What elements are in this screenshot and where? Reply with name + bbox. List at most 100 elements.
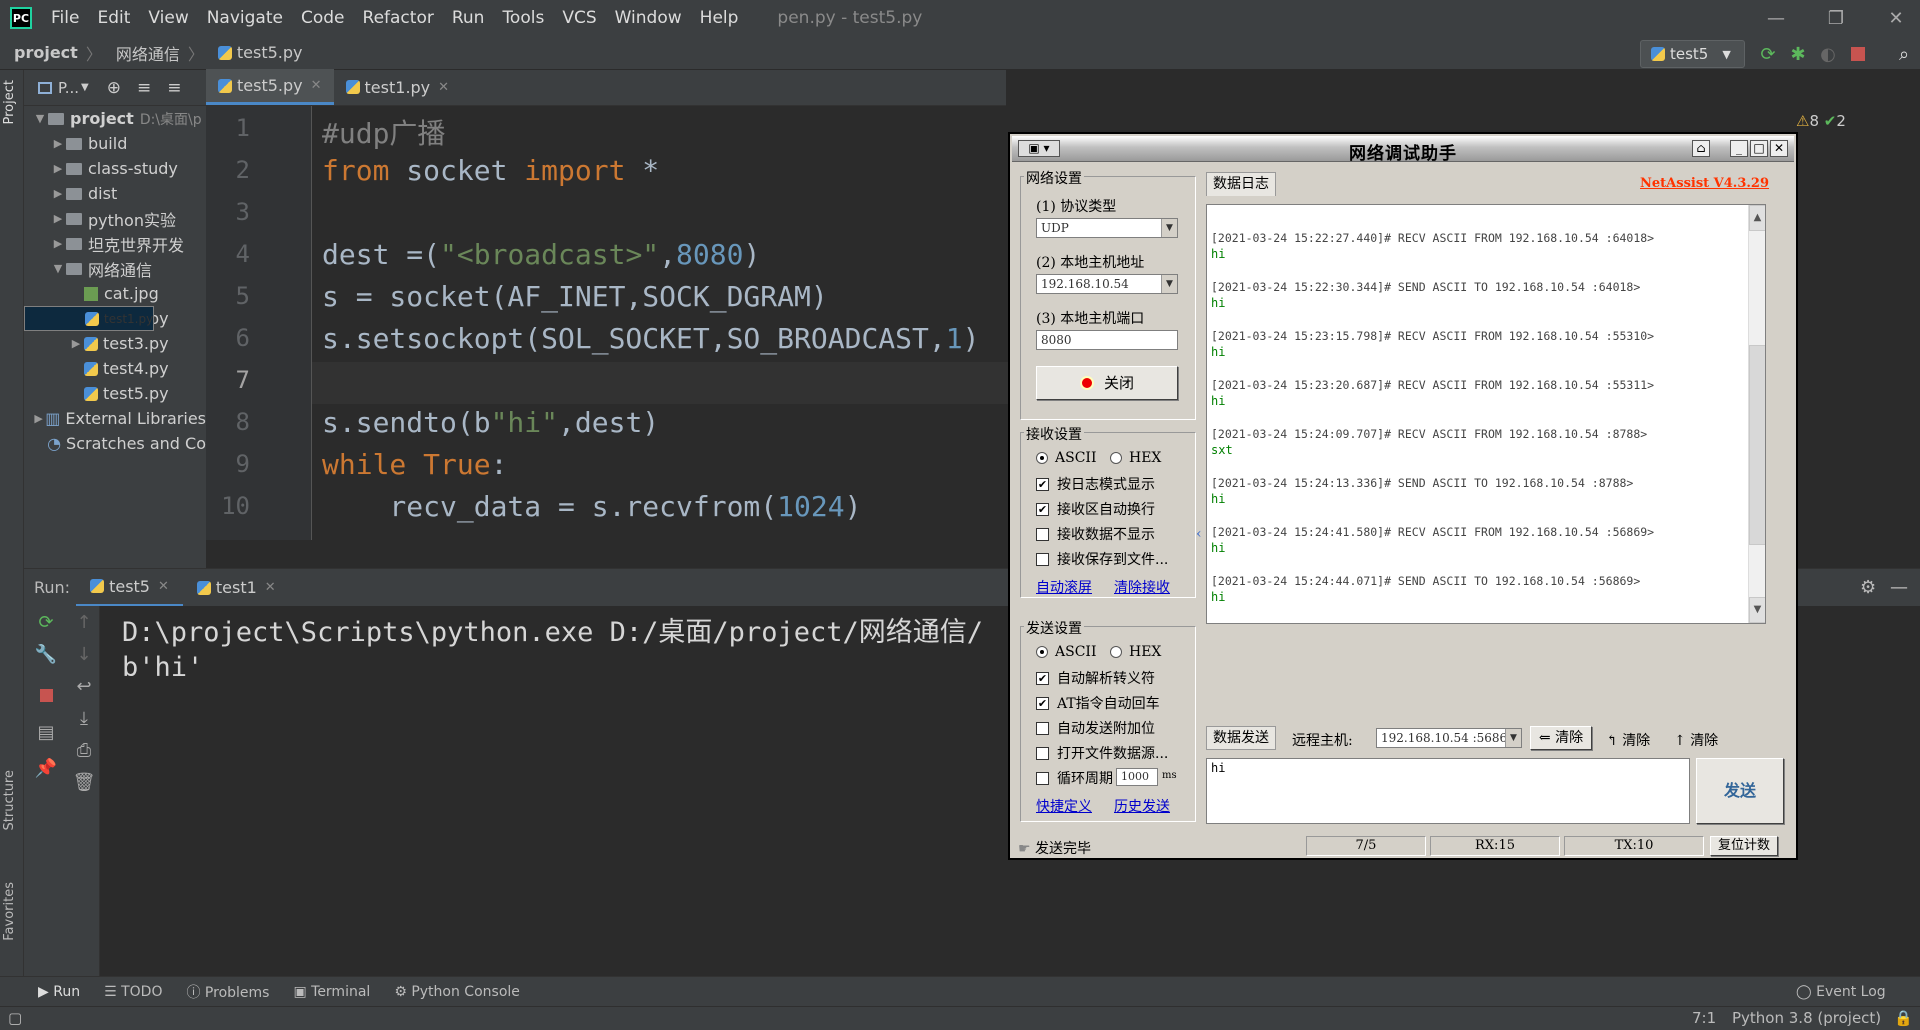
collapse-panel-icon[interactable]: ‹ — [1196, 494, 1206, 574]
menu-edit[interactable]: Edit — [88, 8, 139, 28]
stop-icon[interactable] — [1846, 42, 1870, 66]
local-host-select[interactable]: 192.168.10.54 ▼ — [1036, 274, 1178, 294]
chevron-down-icon[interactable]: ▼ — [50, 262, 66, 275]
tree-item[interactable]: test4.py — [24, 356, 206, 381]
chevron-right-icon[interactable]: ▶ — [50, 237, 66, 250]
rerun-icon[interactable]: ⟳ — [30, 612, 62, 633]
chevron-right-icon[interactable]: ▶ — [50, 187, 66, 200]
close-connection-button[interactable]: 关闭 — [1036, 366, 1178, 400]
tree-root[interactable]: ▼ project D:\桌面\p — [24, 106, 206, 131]
run-tool-button[interactable]: ▶ Run — [38, 984, 80, 1000]
clear-counter-button[interactable]: ↑ 清除 — [1674, 730, 1718, 750]
up-arrow-icon[interactable]: ↑ — [68, 612, 100, 633]
menu-window[interactable]: Window — [606, 8, 691, 28]
down-arrow-icon[interactable]: ↓ — [68, 644, 100, 665]
tree-item[interactable]: ▶ 坦克世界开发 — [24, 231, 206, 256]
save-to-file-checkbox[interactable]: 接收保存到文件... — [1036, 549, 1168, 569]
python-console-tool-button[interactable]: ⚙ Python Console — [394, 984, 520, 1000]
debug-icon[interactable]: ✱ — [1786, 42, 1810, 66]
menu-vcs[interactable]: VCS — [553, 8, 605, 28]
hide-recv-checkbox[interactable]: 接收数据不显示 — [1036, 524, 1155, 544]
rerun-icon[interactable]: ⟳ — [1756, 42, 1780, 66]
event-log-button[interactable]: ◯ Event Log — [1796, 984, 1886, 1000]
scroll-to-end-icon[interactable]: ⤓ — [68, 708, 100, 729]
send-button[interactable]: 发送 — [1696, 758, 1784, 824]
locate-icon[interactable]: ⊕ — [107, 78, 121, 98]
auto-wrap-checkbox[interactable]: ✔ 接收区自动换行 — [1036, 499, 1155, 519]
menu-refactor[interactable]: Refactor — [354, 8, 443, 28]
menu-view[interactable]: View — [139, 8, 197, 28]
restore-icon[interactable]: ❐ — [1806, 0, 1866, 36]
recv-hex-radio[interactable]: HEX — [1110, 450, 1161, 466]
menu-help[interactable]: Help — [691, 8, 748, 28]
tab-test1[interactable]: test1.py ✕ — [334, 69, 462, 105]
tree-item[interactable]: ▶ test3.py — [24, 331, 206, 356]
close-tab-icon[interactable]: ✕ — [311, 78, 322, 93]
chevron-right-icon[interactable]: ▶ — [50, 137, 66, 150]
caret-position[interactable]: 7:1 — [1692, 1009, 1716, 1027]
maximize-icon[interactable]: □ — [1750, 140, 1768, 157]
version-link[interactable]: NetAssist V4.3.29 — [1640, 176, 1769, 191]
remote-host-select[interactable]: 192.168.10.54 :56869 ▼ — [1376, 728, 1522, 748]
tree-item[interactable]: ▶ class-study — [24, 156, 206, 181]
stop-icon[interactable] — [30, 686, 62, 707]
scroll-thumb[interactable] — [1749, 345, 1765, 545]
protocol-select[interactable]: UDP ▼ — [1036, 218, 1178, 238]
project-view-select[interactable]: P... — [58, 79, 79, 97]
menu-code[interactable]: Code — [292, 8, 354, 28]
tree-item[interactable]: test5.py — [24, 381, 206, 406]
tree-item[interactable]: ▶ build — [24, 131, 206, 156]
data-send-tab[interactable]: 数据发送 — [1206, 726, 1276, 750]
menu-navigate[interactable]: Navigate — [198, 8, 292, 28]
append-bit-checkbox[interactable]: 自动发送附加位 — [1036, 718, 1155, 738]
minimize-icon[interactable]: — — [1746, 0, 1806, 36]
clear-recv-link[interactable]: 清除接收 — [1114, 577, 1170, 597]
problems-tool-button[interactable]: ⓘ Problems — [186, 982, 269, 1002]
at-cr-checkbox[interactable]: ✔ AT指令自动回车 — [1036, 693, 1160, 713]
inspections-widget[interactable]: ⚠8 ✔2 — [1796, 112, 1846, 130]
soft-wrap-icon[interactable]: ↩ — [68, 676, 100, 697]
auto-scroll-link[interactable]: 自动滚屏 — [1036, 577, 1092, 597]
chevron-right-icon[interactable]: ▶ — [50, 162, 66, 175]
send-ascii-radio[interactable]: ASCII — [1036, 644, 1096, 660]
menu-file[interactable]: File — [42, 8, 88, 28]
close-tab-icon[interactable]: ✕ — [265, 580, 276, 595]
pin-icon[interactable]: 📌 — [30, 758, 62, 779]
log-mode-checkbox[interactable]: ✔ 按日志模式显示 — [1036, 474, 1155, 494]
trash-icon[interactable]: 🗑 — [68, 772, 100, 793]
scroll-down-icon[interactable]: ▼ — [1749, 597, 1765, 623]
clear-send-button[interactable]: ↰ 清除 — [1606, 730, 1650, 750]
send-hex-radio[interactable]: HEX — [1110, 644, 1161, 660]
data-log-tab[interactable]: 数据日志 — [1206, 172, 1276, 196]
tab-test5[interactable]: test5.py ✕ — [206, 69, 334, 105]
tree-item-external[interactable]: ▶ ▥ External Libraries — [24, 406, 206, 431]
chevron-right-icon[interactable]: ▶ — [32, 412, 45, 425]
send-text-input[interactable]: hi — [1206, 758, 1690, 824]
coverage-icon[interactable]: ◐ — [1816, 42, 1840, 66]
tree-item[interactable]: cat.jpg — [24, 281, 206, 306]
data-log-area[interactable]: ▲ ▼ [2021-03-24 15:22:27.440]# RECV ASCI… — [1206, 204, 1766, 624]
wrench-icon[interactable]: 🔧 — [30, 644, 62, 665]
system-menu-icon[interactable]: ▣ ▾ — [1018, 140, 1060, 157]
chevron-right-icon[interactable]: ▶ — [68, 337, 84, 350]
close-tab-icon[interactable]: ✕ — [158, 579, 169, 594]
clear-remote-button[interactable]: ⇐ 清除 — [1530, 726, 1592, 750]
search-icon[interactable]: ⌕ — [1892, 42, 1916, 66]
interpreter-status[interactable]: Python 3.8 (project) — [1732, 1009, 1881, 1027]
project-tool-tab[interactable]: Project — [2, 80, 17, 124]
close-icon[interactable]: ✕ — [1770, 140, 1788, 157]
terminal-tool-button[interactable]: ▣ Terminal — [293, 984, 370, 1000]
tree-item[interactable]: ▶ python实验 — [24, 206, 206, 231]
tree-item-scratches[interactable]: ◔ Scratches and Co — [24, 431, 206, 456]
file-source-checkbox[interactable]: 打开文件数据源... — [1036, 743, 1168, 763]
cycle-period-input[interactable]: 1000 — [1116, 768, 1158, 786]
expand-all-icon[interactable]: ≡ — [137, 78, 151, 98]
log-scrollbar[interactable]: ▲ ▼ — [1748, 205, 1765, 623]
collapse-all-icon[interactable]: ≡ — [167, 78, 181, 98]
reset-count-button[interactable]: 复位计数 — [1710, 836, 1778, 856]
layout-icon[interactable]: ▤ — [30, 722, 62, 743]
print-icon[interactable]: ⎙ — [68, 740, 100, 761]
minimize-icon[interactable]: _ — [1730, 140, 1748, 157]
run-tab-test5[interactable]: test5 ✕ — [76, 569, 183, 607]
pin-window-icon[interactable]: ⌂ — [1692, 140, 1710, 157]
